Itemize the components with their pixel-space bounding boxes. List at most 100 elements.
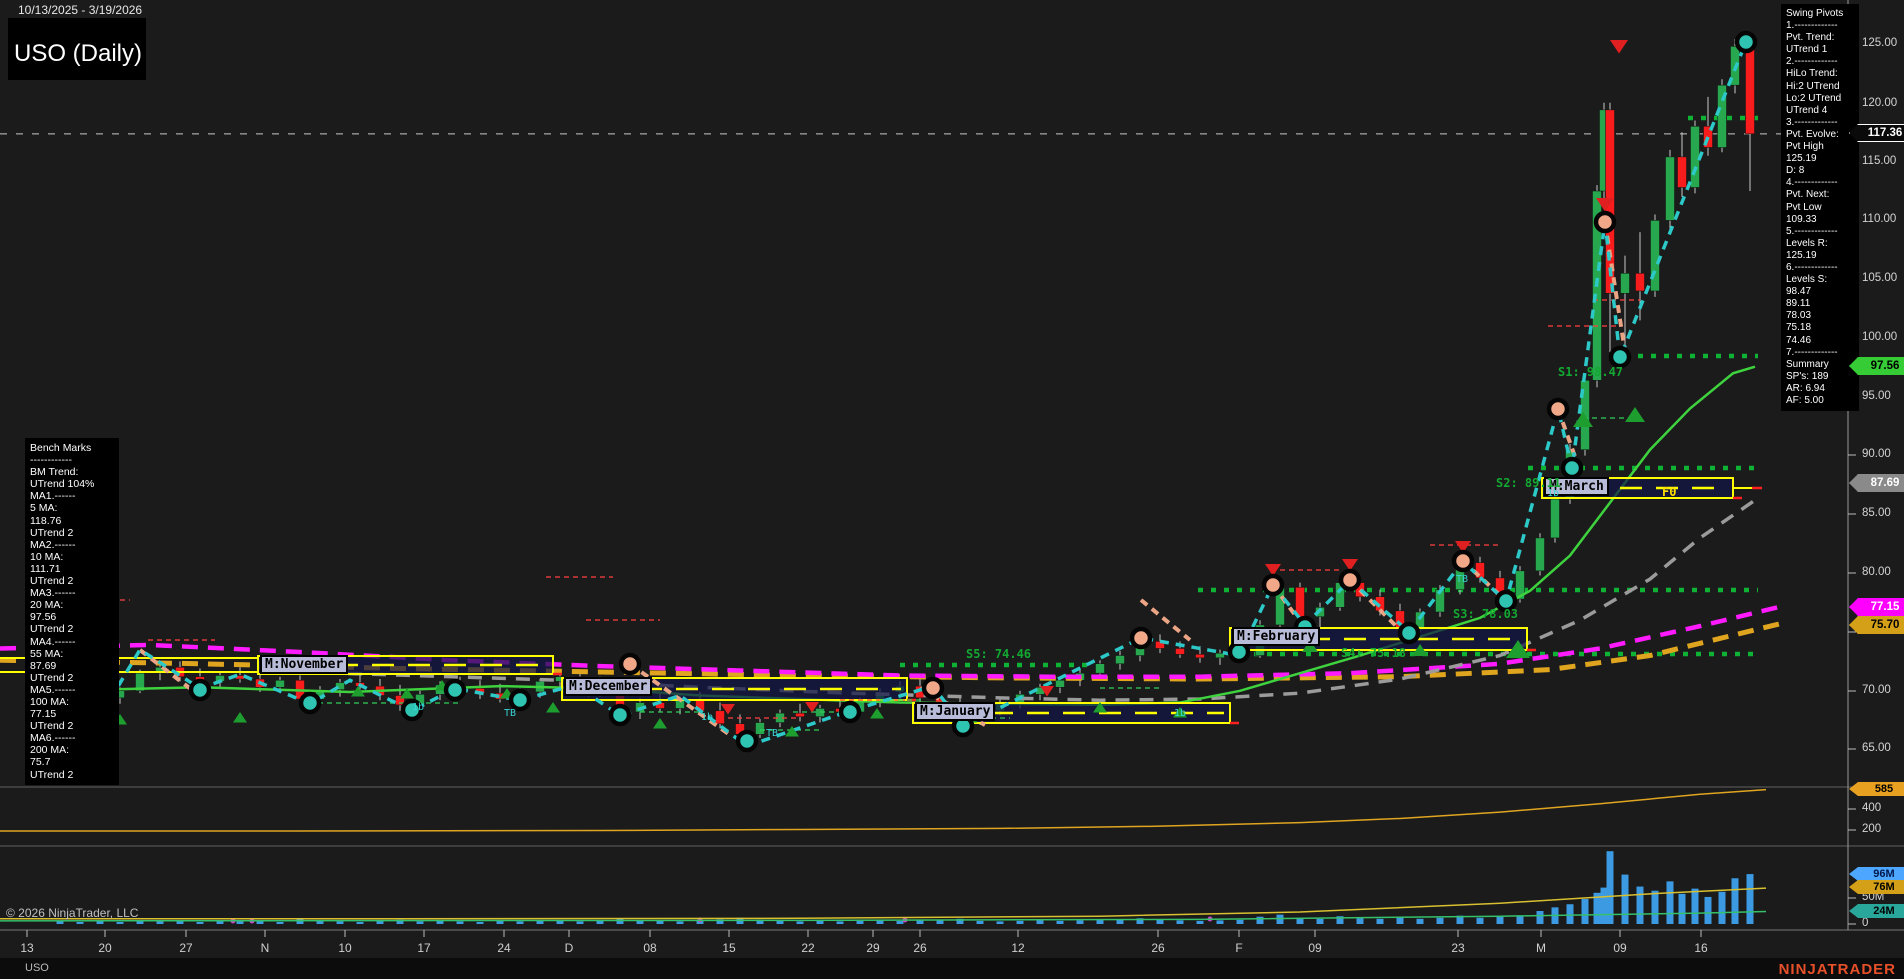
volume-bar[interactable] bbox=[1692, 889, 1699, 924]
volume-bar[interactable] bbox=[1582, 899, 1589, 924]
volume-bar[interactable] bbox=[1177, 920, 1184, 924]
volume-bar[interactable] bbox=[1437, 918, 1444, 924]
volume-bar[interactable] bbox=[677, 921, 684, 924]
pivot-marker[interactable] bbox=[924, 679, 942, 697]
volume-bar[interactable] bbox=[997, 921, 1004, 924]
volume-bar[interactable] bbox=[1077, 920, 1084, 924]
date-tick-label[interactable]: 08 bbox=[643, 941, 656, 955]
date-tick-label[interactable]: 27 bbox=[179, 941, 192, 955]
chart-canvas[interactable] bbox=[0, 0, 1904, 979]
volume-bar[interactable] bbox=[1197, 921, 1204, 924]
volume-bar[interactable] bbox=[457, 921, 464, 924]
volume-bar[interactable] bbox=[517, 921, 524, 924]
volume-bar[interactable] bbox=[1397, 917, 1404, 924]
volume-bar[interactable] bbox=[1719, 892, 1726, 924]
volume-bar[interactable] bbox=[937, 920, 944, 924]
volume-bar[interactable] bbox=[1747, 874, 1754, 924]
candle-body[interactable] bbox=[1746, 46, 1755, 133]
volume-bar[interactable] bbox=[1497, 917, 1504, 924]
pivot-marker[interactable] bbox=[738, 732, 756, 750]
volume-bar[interactable] bbox=[857, 921, 864, 924]
candle-body[interactable] bbox=[1536, 538, 1545, 571]
volume-bar[interactable] bbox=[1357, 918, 1364, 924]
pivot-marker[interactable] bbox=[1549, 400, 1567, 418]
volume-bar[interactable] bbox=[1057, 921, 1064, 924]
candle-body[interactable] bbox=[1056, 680, 1065, 687]
date-tick-label[interactable]: 12 bbox=[1011, 941, 1024, 955]
candle-body[interactable] bbox=[1196, 654, 1205, 658]
pivot-marker[interactable] bbox=[621, 655, 639, 673]
pivot-marker[interactable] bbox=[191, 681, 209, 699]
volume-bar[interactable] bbox=[1417, 919, 1424, 924]
date-tick-label[interactable]: 13 bbox=[20, 941, 33, 955]
date-tick-label[interactable]: 24 bbox=[497, 941, 510, 955]
candle-body[interactable] bbox=[1096, 664, 1105, 673]
date-tick-label[interactable]: M bbox=[1536, 941, 1546, 955]
pivot-marker[interactable] bbox=[1132, 629, 1150, 647]
month-zone-label[interactable]: M:February bbox=[1232, 627, 1320, 646]
volume-bar[interactable] bbox=[477, 922, 484, 924]
volume-bar[interactable] bbox=[1157, 920, 1164, 924]
date-tick-label[interactable]: 09 bbox=[1308, 941, 1321, 955]
date-tick-label[interactable]: 17 bbox=[417, 941, 430, 955]
candle-body[interactable] bbox=[756, 723, 765, 735]
pivot-marker[interactable] bbox=[1737, 33, 1755, 51]
volume-bar[interactable] bbox=[337, 921, 344, 924]
volume-bar[interactable] bbox=[1277, 915, 1284, 924]
candle-body[interactable] bbox=[796, 713, 805, 717]
volume-bar[interactable] bbox=[1652, 891, 1659, 924]
volume-bar[interactable] bbox=[1317, 919, 1324, 924]
date-tick-label[interactable]: 22 bbox=[801, 941, 814, 955]
volume-bar[interactable] bbox=[577, 921, 584, 924]
date-tick-label[interactable]: F bbox=[1235, 941, 1242, 955]
date-tick-label[interactable]: 09 bbox=[1613, 941, 1626, 955]
date-tick-label[interactable]: 29 bbox=[866, 941, 879, 955]
candle-body[interactable] bbox=[1116, 656, 1125, 664]
candle-body[interactable] bbox=[1551, 499, 1560, 538]
volume-bar[interactable] bbox=[157, 921, 164, 924]
volume-bar[interactable] bbox=[557, 921, 564, 924]
volume-bar[interactable] bbox=[1257, 917, 1264, 924]
volume-bar[interactable] bbox=[117, 922, 124, 924]
pivot-marker[interactable] bbox=[1611, 348, 1629, 366]
volume-bar[interactable] bbox=[837, 921, 844, 924]
month-zone-label[interactable]: M:January bbox=[915, 702, 995, 721]
volume-bar[interactable] bbox=[1477, 918, 1484, 924]
date-tick-label[interactable]: 10 bbox=[338, 941, 351, 955]
volume-bar[interactable] bbox=[977, 921, 984, 924]
pivot-marker[interactable] bbox=[446, 681, 464, 699]
volume-bar[interactable] bbox=[1097, 920, 1104, 924]
volume-bar[interactable] bbox=[1217, 920, 1224, 924]
pivot-marker[interactable] bbox=[1400, 624, 1418, 642]
volume-bar[interactable] bbox=[1705, 897, 1712, 924]
month-zone-label[interactable]: M:November bbox=[260, 655, 348, 674]
volume-bar[interactable] bbox=[1537, 911, 1544, 924]
volume-bar[interactable] bbox=[357, 922, 364, 924]
volume-bar[interactable] bbox=[277, 922, 284, 924]
volume-bar[interactable] bbox=[1037, 920, 1044, 924]
candle-body[interactable] bbox=[1691, 126, 1700, 187]
date-tick-label[interactable]: N bbox=[261, 941, 270, 955]
candle-body[interactable] bbox=[1666, 157, 1675, 221]
volume-bar[interactable] bbox=[1679, 894, 1686, 924]
volume-bar[interactable] bbox=[437, 921, 444, 924]
pivot-marker[interactable] bbox=[1596, 213, 1614, 231]
candle-body[interactable] bbox=[1621, 273, 1630, 293]
date-tick-label[interactable]: 26 bbox=[913, 941, 926, 955]
volume-bar[interactable] bbox=[1667, 881, 1674, 924]
volume-bar[interactable] bbox=[1017, 921, 1024, 924]
pivot-marker[interactable] bbox=[1563, 459, 1581, 477]
pivot-marker[interactable] bbox=[611, 706, 629, 724]
candle-body[interactable] bbox=[716, 711, 725, 724]
volume-bar[interactable] bbox=[77, 922, 84, 924]
volume-bar[interactable] bbox=[1237, 920, 1244, 924]
volume-bar[interactable] bbox=[1732, 878, 1739, 924]
volume-bar[interactable] bbox=[1601, 888, 1608, 924]
volume-bar[interactable] bbox=[1607, 851, 1614, 924]
volume-bar[interactable] bbox=[1622, 875, 1629, 924]
volume-bar[interactable] bbox=[617, 919, 624, 924]
date-tick-label[interactable]: 20 bbox=[98, 941, 111, 955]
volume-bar[interactable] bbox=[777, 921, 784, 924]
date-tick-label[interactable]: 15 bbox=[722, 941, 735, 955]
volume-bar[interactable] bbox=[197, 922, 204, 924]
